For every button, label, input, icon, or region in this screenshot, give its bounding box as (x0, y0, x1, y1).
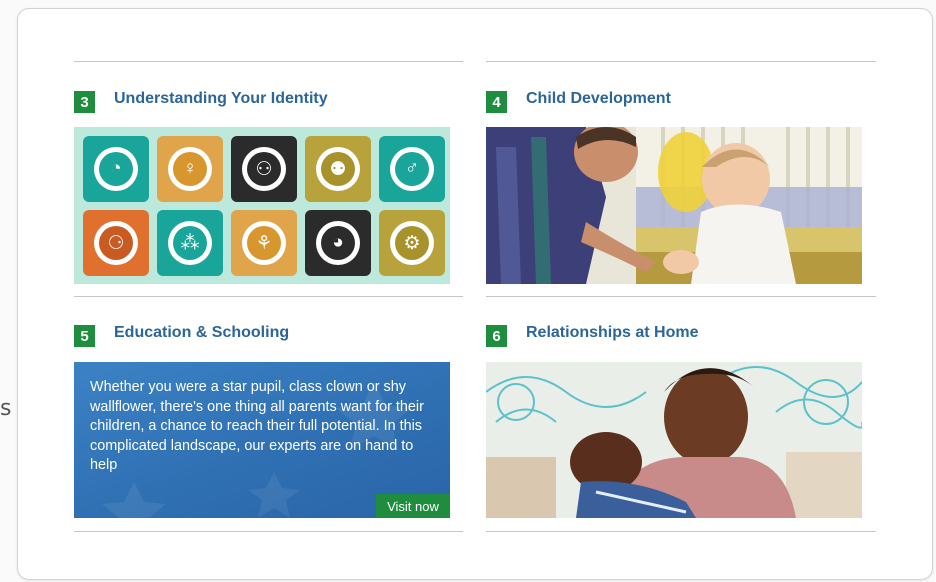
section-title-link[interactable]: Relationships at Home (526, 324, 698, 342)
education-promo-panel: Whether you were a star pupil, class clo… (74, 362, 450, 518)
divider (486, 61, 876, 62)
couple-icon: ⚇ (247, 152, 281, 186)
identity-tile: ◕ (305, 210, 371, 276)
relationships-photo[interactable] (486, 362, 862, 518)
section-number-badge: 3 (74, 91, 95, 113)
divider (486, 296, 876, 297)
identity-tile: ♀ (157, 136, 223, 202)
stray-character: s (0, 396, 12, 421)
divider (74, 61, 463, 62)
education-description: Whether you were a star pupil, class clo… (90, 379, 424, 474)
family-icon: ⚆ (99, 226, 133, 260)
person-seated-icon: ◕ (321, 226, 355, 260)
divider (74, 296, 463, 297)
section-education-schooling: 5 Education & Schooling (74, 324, 289, 347)
family-group-icon: ⁂ (173, 226, 207, 260)
identity-icons-image[interactable]: ◔ ♀ ⚇ ⚉ ♂ ⚆ ⁂ ⚘ ◕ ⚙ (74, 127, 450, 284)
section-title-link[interactable]: Understanding Your Identity (114, 90, 328, 108)
stroller-icon: ⚘ (247, 226, 281, 260)
identity-tile: ◔ (83, 136, 149, 202)
businessman-icon: ♂ (395, 152, 429, 186)
child-development-photo[interactable] (486, 127, 862, 284)
divider (486, 531, 876, 532)
identity-tile: ⚇ (231, 136, 297, 202)
section-child-development: 4 Child Development (486, 90, 671, 113)
section-number-badge: 5 (74, 325, 95, 347)
section-understanding-identity: 3 Understanding Your Identity (74, 90, 328, 113)
parents-icon: ⚉ (321, 152, 355, 186)
identity-tile: ⚆ (83, 210, 149, 276)
divider (74, 531, 463, 532)
head-profile-icon: ◔ (99, 152, 133, 186)
section-title-link[interactable]: Child Development (526, 90, 671, 108)
section-number-badge: 4 (486, 91, 507, 113)
gear-person-icon: ⚙ (395, 226, 429, 260)
identity-tile: ⁂ (157, 210, 223, 276)
identity-tile: ⚘ (231, 210, 297, 276)
section-relationships-home: 6 Relationships at Home (486, 324, 698, 347)
visit-now-button[interactable]: Visit now (376, 494, 450, 518)
female-figure-icon: ♀ (173, 152, 207, 186)
section-title-link[interactable]: Education & Schooling (114, 324, 289, 342)
section-number-badge: 6 (486, 325, 507, 347)
content-card: 3 Understanding Your Identity ◔ ♀ ⚇ ⚉ ♂ ⚆ ⁂ ⚘ ◕ ⚙… (17, 8, 933, 580)
identity-tile: ⚉ (305, 136, 371, 202)
identity-tile: ⚙ (379, 210, 445, 276)
identity-tile: ♂ (379, 136, 445, 202)
